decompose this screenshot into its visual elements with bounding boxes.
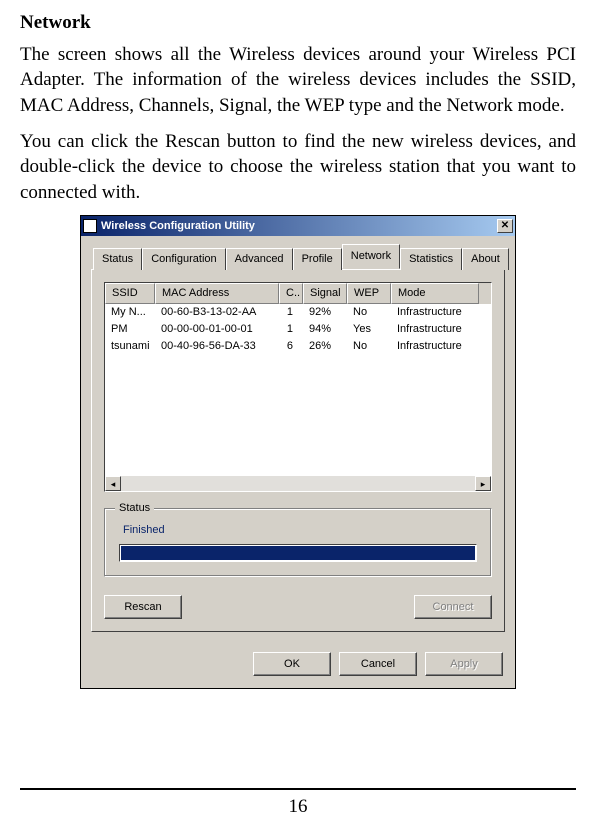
dialog-body: Status Configuration Advanced Profile Ne… [81,236,515,642]
listview-header: SSID MAC Address C.. Signal WEP Mode [105,283,491,304]
cell-channel: 1 [279,322,303,337]
col-mode[interactable]: Mode [391,283,479,304]
doc-paragraph-1: The screen shows all the Wireless device… [20,42,576,119]
page-footer: 16 [20,788,576,820]
ok-button[interactable]: OK [253,652,331,676]
status-text: Finished [119,523,477,538]
network-listview[interactable]: SSID MAC Address C.. Signal WEP Mode My … [104,282,492,492]
cell-channel: 1 [279,305,303,320]
tab-status[interactable]: Status [93,248,142,270]
horizontal-scrollbar[interactable]: ◂ ▸ [105,475,491,491]
app-icon [83,219,97,233]
tab-profile[interactable]: Profile [293,248,342,270]
col-mac[interactable]: MAC Address [155,283,279,304]
list-item[interactable]: My N... 00-60-B3-13-02-AA 1 92% No Infra… [105,304,491,321]
listview-body[interactable]: My N... 00-60-B3-13-02-AA 1 92% No Infra… [105,304,491,475]
cell-wep: No [347,305,391,320]
tab-about[interactable]: About [462,248,509,270]
close-button[interactable]: ✕ [497,219,513,233]
cell-wep: Yes [347,322,391,337]
action-button-row: Rescan Connect [104,595,492,619]
titlebar: Wireless Configuration Utility ✕ [81,216,515,236]
cell-ssid: My N... [105,305,155,320]
progress-fill [121,546,475,560]
cell-mode: Infrastructure [391,339,479,354]
connect-button[interactable]: Connect [414,595,492,619]
scroll-right-button[interactable]: ▸ [475,476,491,491]
cell-mode: Infrastructure [391,305,479,320]
col-ssid[interactable]: SSID [105,283,155,304]
tab-advanced[interactable]: Advanced [226,248,293,270]
cell-signal: 26% [303,339,347,354]
tab-network[interactable]: Network [342,244,400,269]
tab-statistics[interactable]: Statistics [400,248,462,270]
page-number: 16 [289,796,308,817]
cell-mode: Infrastructure [391,322,479,337]
doc-heading: Network [20,10,576,36]
progress-bar [119,544,477,562]
col-signal[interactable]: Signal [303,283,347,304]
col-channel[interactable]: C.. [279,283,303,304]
scroll-left-button[interactable]: ◂ [105,476,121,491]
status-groupbox: Status Finished [104,508,492,577]
list-item[interactable]: PM 00-00-00-01-00-01 1 94% Yes Infrastru… [105,321,491,338]
cell-signal: 92% [303,305,347,320]
col-wep[interactable]: WEP [347,283,391,304]
dialog-button-row: OK Cancel Apply [81,642,515,688]
cancel-button[interactable]: Cancel [339,652,417,676]
cell-wep: No [347,339,391,354]
window-title: Wireless Configuration Utility [101,219,497,234]
tabstrip: Status Configuration Advanced Profile Ne… [91,244,505,269]
tab-configuration[interactable]: Configuration [142,248,225,270]
cell-signal: 94% [303,322,347,337]
cell-mac: 00-40-96-56-DA-33 [155,339,279,354]
doc-paragraph-2: You can click the Rescan button to find … [20,129,576,206]
cell-channel: 6 [279,339,303,354]
cell-mac: 00-60-B3-13-02-AA [155,305,279,320]
status-legend: Status [115,501,154,516]
cell-mac: 00-00-00-01-00-01 [155,322,279,337]
rescan-button[interactable]: Rescan [104,595,182,619]
app-window: Wireless Configuration Utility ✕ Status … [80,215,516,689]
cell-ssid: PM [105,322,155,337]
scroll-track[interactable] [121,476,475,491]
cell-ssid: tsunami [105,339,155,354]
apply-button[interactable]: Apply [425,652,503,676]
list-item[interactable]: tsunami 00-40-96-56-DA-33 6 26% No Infra… [105,338,491,355]
tab-panel-network: SSID MAC Address C.. Signal WEP Mode My … [91,269,505,632]
